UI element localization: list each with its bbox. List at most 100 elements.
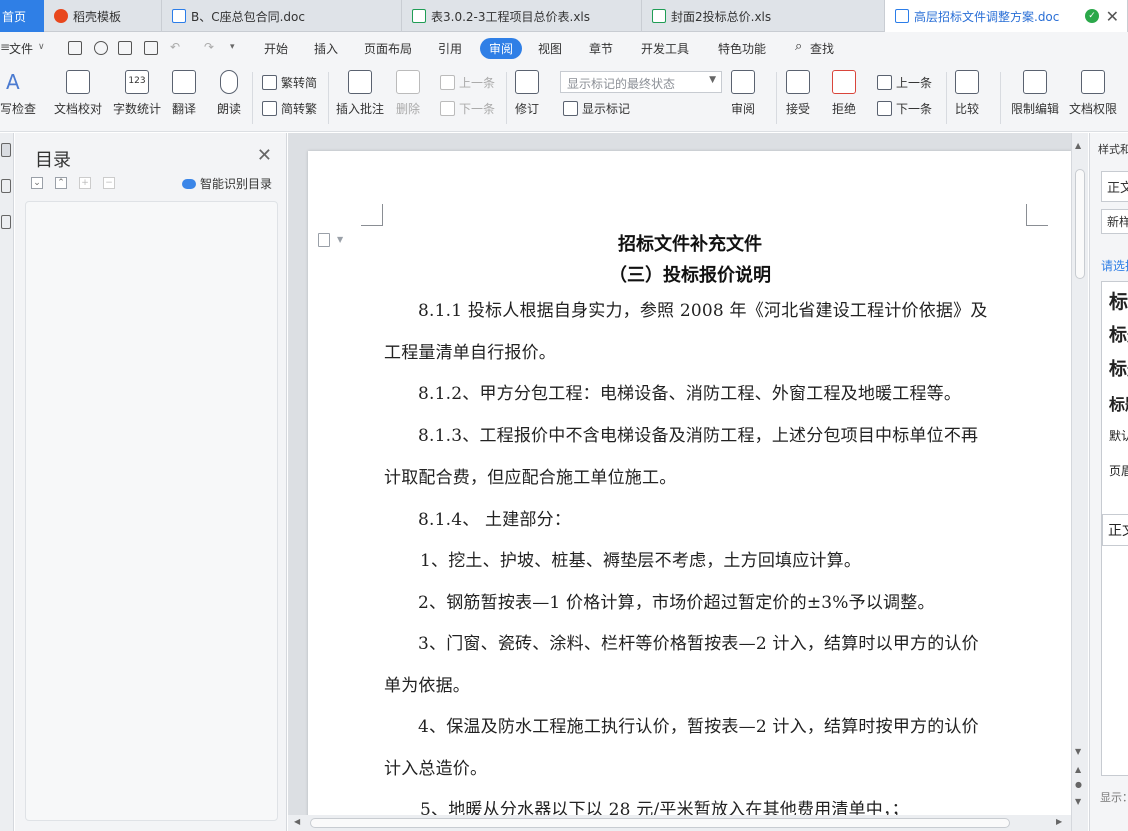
vertical-scrollbar[interactable]: ▲ ▼ ▲ ● ▼ — [1071, 133, 1088, 831]
print-preview-icon[interactable] — [144, 41, 158, 55]
document-subtitle: （三）投标报价说明 — [609, 265, 771, 286]
bookmark-icon[interactable] — [1, 179, 11, 193]
style-item-heading-1[interactable]: 标题 1 — [1109, 287, 1128, 314]
nav-pane-icon[interactable] — [1, 143, 11, 157]
tab-label: 高层招标文件调整方案.doc — [914, 9, 1060, 24]
redo-icon[interactable]: ↷ — [204, 40, 214, 54]
review-pane-button[interactable]: 审阅 — [731, 70, 755, 117]
collapse-all-icon[interactable]: ⌃ — [55, 177, 67, 189]
tab-active-document[interactable]: 高层招标文件调整方案.doc ✓ ✕ — [885, 0, 1128, 32]
word-doc-icon — [172, 9, 186, 23]
scroll-up-icon[interactable]: ▲ — [1075, 141, 1081, 150]
tab-spreadsheet[interactable]: 表3.0.2-3工程项目总价表.xls — [402, 0, 642, 32]
delete-comment-button[interactable]: 删除 — [396, 70, 420, 117]
tab-daoke[interactable]: 稻壳模板 — [44, 0, 162, 32]
next-page-icon[interactable]: ▼ — [1075, 797, 1081, 806]
close-icon[interactable]: ✕ — [257, 145, 272, 166]
accept-check-icon — [786, 70, 810, 94]
search-icon[interactable]: ⌕ — [795, 39, 802, 54]
menu-tab-developer[interactable]: 开发工具 — [641, 40, 689, 57]
prev-page-icon[interactable]: ▲ — [1075, 765, 1081, 774]
word-count-label: 字数统计 — [113, 102, 162, 116]
menu-tab-layout[interactable]: 页面布局 — [364, 40, 412, 57]
spreadsheet-icon — [652, 9, 666, 23]
trad-to-simp-button[interactable]: 繁转简 — [262, 74, 317, 91]
export-icon[interactable] — [94, 41, 108, 55]
quick-access-dropdown-icon[interactable]: ▾ — [230, 42, 235, 52]
remove-heading-icon[interactable]: − — [103, 177, 115, 189]
document-page[interactable]: ▼ 招标文件补充文件 （三）投标报价说明 8.1.1 投标人根据自身实力，参照 … — [308, 151, 1072, 831]
daoke-icon — [54, 9, 68, 23]
menu-tab-references[interactable]: 引用 — [438, 40, 462, 57]
accept-button[interactable]: 接受 — [786, 70, 810, 117]
file-menu[interactable]: 文件 — [9, 40, 33, 57]
tab-home[interactable]: 首页 — [0, 0, 44, 32]
reject-button[interactable]: 拒绝 — [832, 70, 856, 117]
style-item-heading-3[interactable]: 标题 3 — [1109, 355, 1128, 381]
prev-change-button[interactable]: 上一条 — [877, 74, 932, 91]
paragraph: 4、保温及防水工程施工执行认价，暂按表—2 计入，结算时按甲方的认价 — [418, 717, 979, 737]
prev-comment-button[interactable]: 上一条 — [440, 74, 495, 91]
style-item-normal[interactable]: 正文 — [1102, 514, 1128, 546]
tab-label: 首页 — [2, 9, 27, 24]
menu-tab-features[interactable]: 特色功能 — [718, 40, 766, 57]
expand-all-icon[interactable]: ⌄ — [31, 177, 43, 189]
chevron-down-icon[interactable]: ∨ — [38, 42, 45, 52]
word-count-button[interactable]: 123 字数统计 — [113, 70, 161, 117]
paragraph: 工程量清单自行报价。 — [384, 343, 556, 363]
horizontal-scrollbar[interactable]: ◀ ▶ — [288, 815, 1071, 831]
read-aloud-button[interactable]: 朗读 — [217, 70, 241, 117]
markup-state-select[interactable]: 显示标记的最终状态 ▼ — [560, 71, 722, 93]
menu-tab-home[interactable]: 开始 — [264, 40, 288, 57]
paragraph: 8.1.3、工程报价中不含电梯设备及消防工程，上述分包项目中标单位不再 — [418, 426, 979, 446]
restrict-edit-button[interactable]: 限制编辑 — [1011, 70, 1059, 117]
tab-bar: 首页 稻壳模板 B、C座总包合同.doc 表3.0.2-3工程项目总价表.xls… — [0, 0, 1128, 32]
next-change-icon — [877, 101, 892, 116]
tab-spreadsheet[interactable]: 封面2投标总价.xls — [642, 0, 885, 32]
select-browse-icon[interactable]: ● — [1075, 780, 1082, 789]
paragraph: 计取配合费，但应配合施工单位施工。 — [384, 468, 677, 488]
save-icon[interactable] — [68, 41, 82, 55]
tab-document[interactable]: B、C座总包合同.doc — [162, 0, 402, 32]
scroll-thumb[interactable] — [310, 818, 1010, 828]
word-doc-icon — [895, 9, 909, 23]
menu-tab-view[interactable]: 视图 — [538, 40, 562, 57]
ribbon-separator — [946, 72, 947, 124]
simp-to-trad-button[interactable]: 简转繁 — [262, 100, 317, 117]
show-markup-button[interactable]: 显示标记 — [563, 100, 630, 117]
style-item-heading-2[interactable]: 标题 2 — [1109, 321, 1128, 347]
smart-detect-toc-button[interactable]: 智能识别目录 — [182, 175, 272, 192]
menu-tab-review[interactable]: 审阅 — [480, 38, 523, 59]
add-heading-icon[interactable]: + — [79, 177, 91, 189]
chapter-icon[interactable] — [1, 215, 11, 229]
style-item-heading-4[interactable]: 标题 4 — [1109, 391, 1128, 415]
translate-button[interactable]: 翻译 — [172, 70, 196, 117]
new-style-button[interactable]: 新样式 — [1101, 209, 1128, 234]
doc-proof-button[interactable]: 文档校对 — [54, 70, 102, 117]
restrict-edit-label: 限制编辑 — [1011, 102, 1060, 116]
scroll-left-icon[interactable]: ◀ — [294, 817, 300, 826]
menu-tab-insert[interactable]: 插入 — [314, 40, 338, 57]
style-item-header[interactable]: 页眉 — [1109, 462, 1128, 479]
spell-check-button[interactable]: A 写检查 — [0, 70, 36, 117]
scroll-down-icon[interactable]: ▼ — [1075, 747, 1081, 756]
show-markup-icon — [563, 101, 578, 116]
current-style-field[interactable]: 正文 — [1101, 171, 1128, 202]
style-item-default-font[interactable]: 默认段落字体 — [1109, 427, 1128, 444]
next-change-button[interactable]: 下一条 — [877, 100, 932, 117]
undo-icon[interactable]: ↶ — [170, 40, 180, 54]
search-button[interactable]: 查找 — [810, 40, 834, 57]
insert-comment-button[interactable]: 插入批注 — [336, 70, 384, 117]
paragraph: 3、门窗、瓷砖、涂料、栏杆等价格暂按表—2 计入，结算时以甲方的认价 — [418, 634, 979, 654]
close-tab-icon[interactable]: ✕ — [1106, 7, 1119, 26]
compare-button[interactable]: 比较 — [955, 70, 979, 117]
menu-tab-chapter[interactable]: 章节 — [589, 40, 613, 57]
next-comment-button[interactable]: 下一条 — [440, 100, 495, 117]
revise-button[interactable]: 修订 — [515, 70, 539, 117]
doc-permission-button[interactable]: 文档权限 — [1069, 70, 1117, 117]
print-icon[interactable] — [118, 41, 132, 55]
tab-label: 封面2投标总价.xls — [671, 9, 772, 24]
markup-state-value: 显示标记的最终状态 — [567, 77, 676, 91]
scroll-right-icon[interactable]: ▶ — [1056, 817, 1062, 826]
scroll-thumb[interactable] — [1075, 169, 1085, 279]
